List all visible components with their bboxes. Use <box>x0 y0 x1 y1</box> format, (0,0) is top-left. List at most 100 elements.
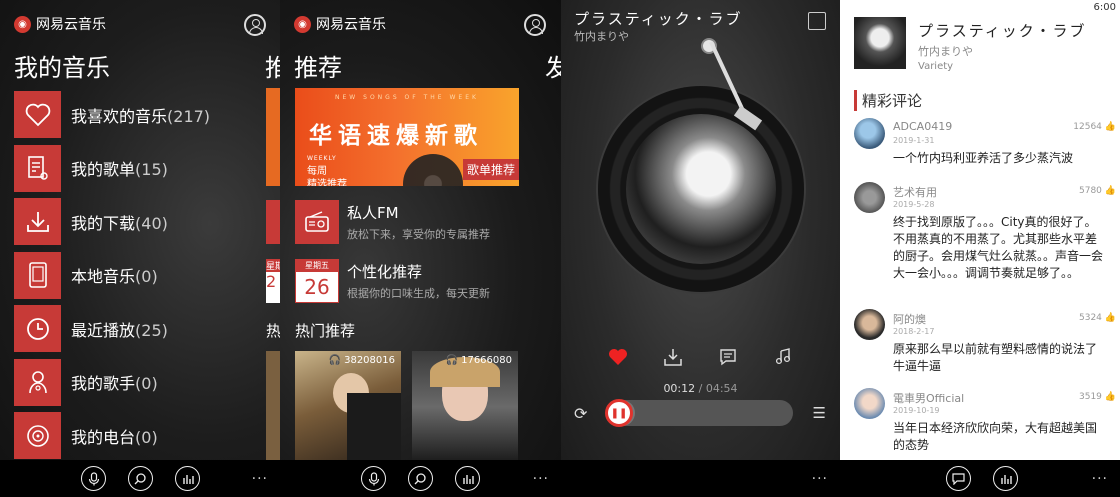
more-button[interactable]: ··· <box>812 471 828 487</box>
clock-icon <box>14 305 61 353</box>
progress-bar[interactable]: ❚❚ <box>605 399 793 427</box>
comment-likes[interactable]: 12564 👍 <box>1073 122 1116 132</box>
thumbs-up-icon: 👍 <box>1104 122 1116 132</box>
hot-section-title: 热门推荐 <box>295 322 356 340</box>
banner-weekly: WEEKLY <box>307 155 337 162</box>
comment-user[interactable]: 阿的燠 <box>893 311 926 327</box>
like-count: 5324 <box>1079 313 1102 323</box>
menu-item-label: 本地音乐 <box>71 267 136 287</box>
calendar-icon: 星期五 26 <box>295 259 339 303</box>
menu-item-radio[interactable]: 我的电台(0) <box>14 409 210 463</box>
song-album[interactable]: Variety <box>918 61 953 72</box>
menu-item-downloads[interactable]: 我的下载(40) <box>14 195 210 249</box>
app-bar: ··· <box>280 460 561 497</box>
menu-item-singers[interactable]: 我的歌手(0) <box>14 356 210 410</box>
headphone-icon: 🎧 <box>445 355 458 366</box>
comment-date: 2019-1-31 <box>893 136 935 145</box>
menu-item-label: 我的歌手 <box>71 374 136 394</box>
menu-item-recent[interactable]: 最近播放(25) <box>14 302 210 356</box>
play-count: 17666080 <box>461 355 512 366</box>
more-button[interactable]: ··· <box>533 471 549 487</box>
search-icon[interactable] <box>408 466 433 491</box>
like-heart-icon[interactable] <box>607 346 629 368</box>
comment-date: 2019-5-28 <box>893 200 935 209</box>
comment-likes[interactable]: 5780 👍 <box>1079 186 1116 196</box>
comment-user[interactable]: ADCA0419 <box>893 120 952 133</box>
comment-text: 终于找到原版了。。。City真的很好了。不用蒸真的不用蒸了。尤其那些水平差的厨子… <box>893 215 1104 280</box>
comment-icon[interactable] <box>717 346 739 368</box>
cover-suit-graphic <box>347 393 401 463</box>
album-art <box>626 114 776 264</box>
song-artist[interactable]: 竹内まりや <box>918 43 973 59</box>
album-art[interactable] <box>854 17 906 69</box>
download-icon[interactable] <box>662 346 684 368</box>
avatar[interactable] <box>854 388 885 419</box>
comment-user[interactable]: 電車男Official <box>893 390 964 406</box>
next-pivot-peek[interactable]: 推 <box>265 48 280 83</box>
avatar[interactable] <box>854 118 885 149</box>
comment-likes[interactable]: 5324 👍 <box>1079 313 1116 323</box>
personal-title: 个性化推荐 <box>347 263 423 281</box>
personal-recommend-item[interactable]: 星期五 26 个性化推荐 根据你的口味生成，每天更新 <box>295 259 490 303</box>
netease-logo-icon: ◉ <box>294 15 311 33</box>
app-bar: ··· <box>0 460 280 497</box>
next-pivot-peek[interactable]: 发 <box>545 48 561 83</box>
repeat-icon[interactable]: ⟳ <box>574 404 587 423</box>
menu-item-count: (217) <box>167 106 211 126</box>
heart-icon <box>14 91 61 139</box>
microphone-icon[interactable] <box>81 466 106 491</box>
avatar[interactable] <box>854 182 885 213</box>
avatar[interactable] <box>854 309 885 340</box>
song-artist: 竹内まりや <box>574 30 629 43</box>
menu-item-count: (25) <box>135 320 168 340</box>
menu-item-count: (40) <box>135 213 168 233</box>
comment-text: 原来那么早以前就有塑料感情的说法了牛逼牛逼 <box>893 342 1098 373</box>
brand: ◉ 网易云音乐 <box>14 14 106 34</box>
menu-item-local[interactable]: 本地音乐(0) <box>14 249 210 303</box>
equalizer-icon[interactable] <box>175 466 200 491</box>
music-note-icon[interactable] <box>772 346 794 368</box>
netease-logo-icon: ◉ <box>14 15 31 33</box>
menu-item-liked[interactable]: 我喜欢的音乐(217) <box>14 88 210 142</box>
brand-name: 网易云音乐 <box>36 17 106 33</box>
thumbs-up-icon: 👍 <box>1104 392 1116 402</box>
playlist-icon <box>14 144 61 192</box>
comment-item: 阿的燠 2018-2-17 5324 👍 原来那么早以前就有塑料感情的说法了牛逼… <box>854 309 1116 379</box>
playlist-icon[interactable]: ☰ <box>813 404 826 422</box>
fm-tile-peek <box>266 200 280 244</box>
like-count: 5780 <box>1079 186 1102 196</box>
menu-item-playlists[interactable]: 我的歌单(15) <box>14 142 210 196</box>
pause-button[interactable]: ❚❚ <box>605 399 633 427</box>
radio-icon <box>14 412 61 460</box>
menu-item-label: 我喜欢的音乐 <box>71 106 168 126</box>
thumbs-up-icon: 👍 <box>1104 186 1116 196</box>
app-bar: ··· <box>840 460 1120 497</box>
equalizer-icon[interactable] <box>455 466 480 491</box>
user-icon[interactable] <box>244 14 266 36</box>
user-icon[interactable] <box>524 14 546 36</box>
equalizer-icon[interactable] <box>993 466 1018 491</box>
page-title: 我的音乐 <box>14 54 110 82</box>
comment-likes[interactable]: 3519 👍 <box>1079 392 1116 402</box>
comment-icon[interactable] <box>946 466 971 491</box>
banner-subtitle: NEW SONGS OF THE WEEK <box>335 94 479 101</box>
banner-tag: 歌单推荐 <box>462 159 519 180</box>
more-button[interactable]: ··· <box>1092 471 1108 487</box>
menu-item-label: 我的电台 <box>71 427 136 447</box>
more-button[interactable]: ··· <box>252 471 268 487</box>
app-screens: ◉ 网易云音乐 我的音乐 推 我喜欢的音乐(217) 我的歌单(15) 我的下载… <box>0 0 1120 497</box>
cover-peek <box>266 351 280 463</box>
weekly-banner[interactable]: NEW SONGS OF THE WEEK 华语速爆新歌 WEEKLY 每周 精… <box>295 88 519 186</box>
playlist-cover[interactable]: 🎧 17666080 <box>412 351 518 463</box>
like-count: 3519 <box>1079 392 1102 402</box>
total-time: / 04:54 <box>698 382 738 395</box>
private-fm-item[interactable]: 私人FM 放松下来，享受你的专属推荐 <box>295 200 490 244</box>
comment-user[interactable]: 艺术有用 <box>893 184 937 200</box>
microphone-icon[interactable] <box>361 466 386 491</box>
search-icon[interactable] <box>128 466 153 491</box>
comment-item: 艺术有用 2019-5-28 5780 👍 终于找到原版了。。。City真的很好… <box>854 182 1116 302</box>
brand-name: 网易云音乐 <box>316 17 386 33</box>
share-icon[interactable] <box>808 12 826 30</box>
play-count: 38208016 <box>344 355 395 366</box>
playlist-cover[interactable]: 🎧 38208016 <box>295 351 401 463</box>
